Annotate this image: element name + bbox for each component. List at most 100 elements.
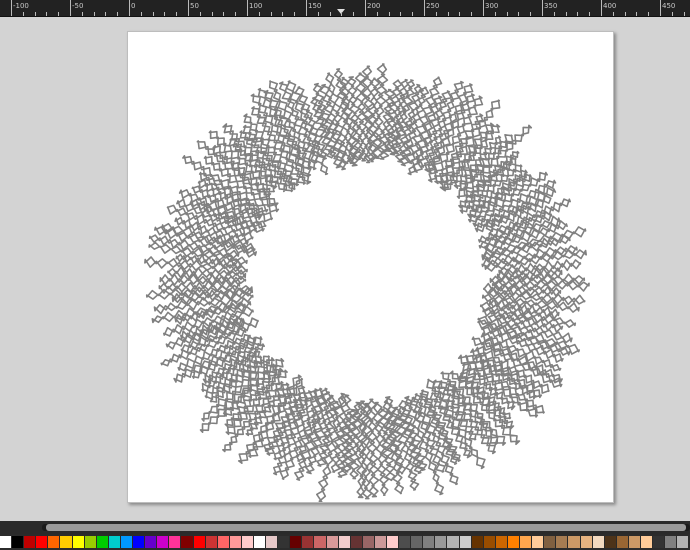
scrollbar-thumb[interactable] [46,524,686,531]
ruler-minor-tick [82,12,83,16]
palette-swatch[interactable] [84,536,97,548]
palette-swatch[interactable] [423,536,436,548]
ruler-minor-tick [625,12,626,16]
ruler-minor-tick [412,12,413,16]
ruler-minor-tick [235,12,236,16]
ruler-minor-tick [495,12,496,16]
palette-swatch[interactable] [278,536,291,548]
ruler-minor-tick [200,12,201,16]
palette-swatch[interactable] [338,536,351,548]
horizontal-scrollbar[interactable] [0,521,690,534]
palette-swatch[interactable] [568,536,581,548]
palette-swatch[interactable] [12,536,25,548]
palette-swatch[interactable] [181,536,194,548]
palette-swatch[interactable] [640,536,654,548]
ruler-minor-tick [223,12,224,16]
ruler-major-tick [11,0,12,16]
ruler-label: 150 [308,2,322,10]
palette-swatch[interactable] [205,536,218,548]
canvas-area[interactable] [0,17,690,521]
palette-swatch[interactable] [665,536,678,548]
ruler-minor-tick [436,12,437,16]
palette-swatch[interactable] [532,536,545,548]
ruler-minor-tick [330,12,331,16]
palette-swatch[interactable] [350,536,363,548]
ruler-minor-tick [566,12,567,16]
palette-swatch[interactable] [326,536,339,548]
palette-swatch[interactable] [399,536,412,548]
palette-swatch[interactable] [616,536,629,548]
palette-swatch[interactable] [677,536,690,548]
palette-swatch[interactable] [48,536,61,548]
palette-swatch[interactable] [520,536,533,548]
palette-swatch[interactable] [217,536,230,548]
palette-swatch[interactable] [72,536,85,548]
ruler-major-tick [306,0,307,16]
ruler-label: 450 [662,2,676,10]
ruler-label: 200 [367,2,381,10]
palette-swatch[interactable] [169,536,182,548]
ruler-minor-tick [212,12,213,16]
ruler-minor-tick [318,12,319,16]
palette-swatch[interactable] [302,536,315,548]
horizontal-ruler[interactable]: -100 -50 0 50 100 150 200 250 300 350 400 450 [0,0,690,17]
palette-swatch[interactable] [387,536,400,548]
color-palette[interactable] [0,534,690,550]
palette-swatch[interactable] [60,536,73,548]
ruler-label: -50 [72,2,84,10]
ruler-minor-tick [577,12,578,16]
palette-swatch[interactable] [24,536,37,548]
ruler-minor-tick [518,12,519,16]
ruler-minor-tick [389,12,390,16]
palette-swatch[interactable] [314,536,327,548]
ruler-minor-tick [353,12,354,16]
ruler-label: 100 [249,2,263,10]
ruler-minor-tick [294,12,295,16]
palette-swatch[interactable] [435,536,448,548]
palette-swatch[interactable] [241,536,254,548]
document-page[interactable] [127,31,614,503]
ruler-minor-tick [672,12,673,16]
palette-swatch[interactable] [157,536,170,548]
palette-swatch[interactable] [266,536,279,548]
palette-swatch[interactable] [495,536,508,548]
palette-swatch[interactable] [120,536,134,548]
palette-swatch[interactable] [229,536,242,548]
ruler-minor-tick [46,12,47,16]
palette-swatch[interactable] [447,536,460,548]
palette-swatch[interactable] [544,536,557,548]
drawing-path[interactable] [128,32,613,502]
palette-swatch[interactable] [459,536,472,548]
palette-swatch[interactable] [36,536,49,548]
palette-swatch[interactable] [507,536,521,548]
palette-swatch[interactable] [133,536,146,548]
palette-swatch[interactable] [580,536,593,548]
palette-swatch[interactable] [0,536,13,548]
ruler-minor-tick [141,12,142,16]
ruler-label: 250 [426,2,440,10]
ruler-major-tick [424,0,425,16]
palette-swatch[interactable] [653,536,666,548]
ruler-minor-tick [23,12,24,16]
ruler-minor-tick [164,12,165,16]
palette-swatch[interactable] [592,536,605,548]
palette-swatch[interactable] [96,536,109,548]
ruler-label: 350 [544,2,558,10]
palette-swatch[interactable] [604,536,617,548]
palette-swatch[interactable] [290,536,303,548]
ruler-minor-tick [648,12,649,16]
palette-swatch[interactable] [411,536,424,548]
palette-swatch[interactable] [145,536,158,548]
palette-swatch[interactable] [483,536,496,548]
palette-swatch[interactable] [556,536,569,548]
palette-swatch[interactable] [471,536,484,548]
palette-swatch[interactable] [374,536,387,548]
palette-swatch[interactable] [253,536,267,548]
palette-swatch[interactable] [193,536,206,548]
palette-swatch[interactable] [362,536,375,548]
ruler-minor-tick [507,12,508,16]
ruler-label: 50 [190,2,199,10]
ruler-minor-tick [58,12,59,16]
palette-swatch[interactable] [108,536,121,548]
palette-swatch[interactable] [628,536,641,548]
